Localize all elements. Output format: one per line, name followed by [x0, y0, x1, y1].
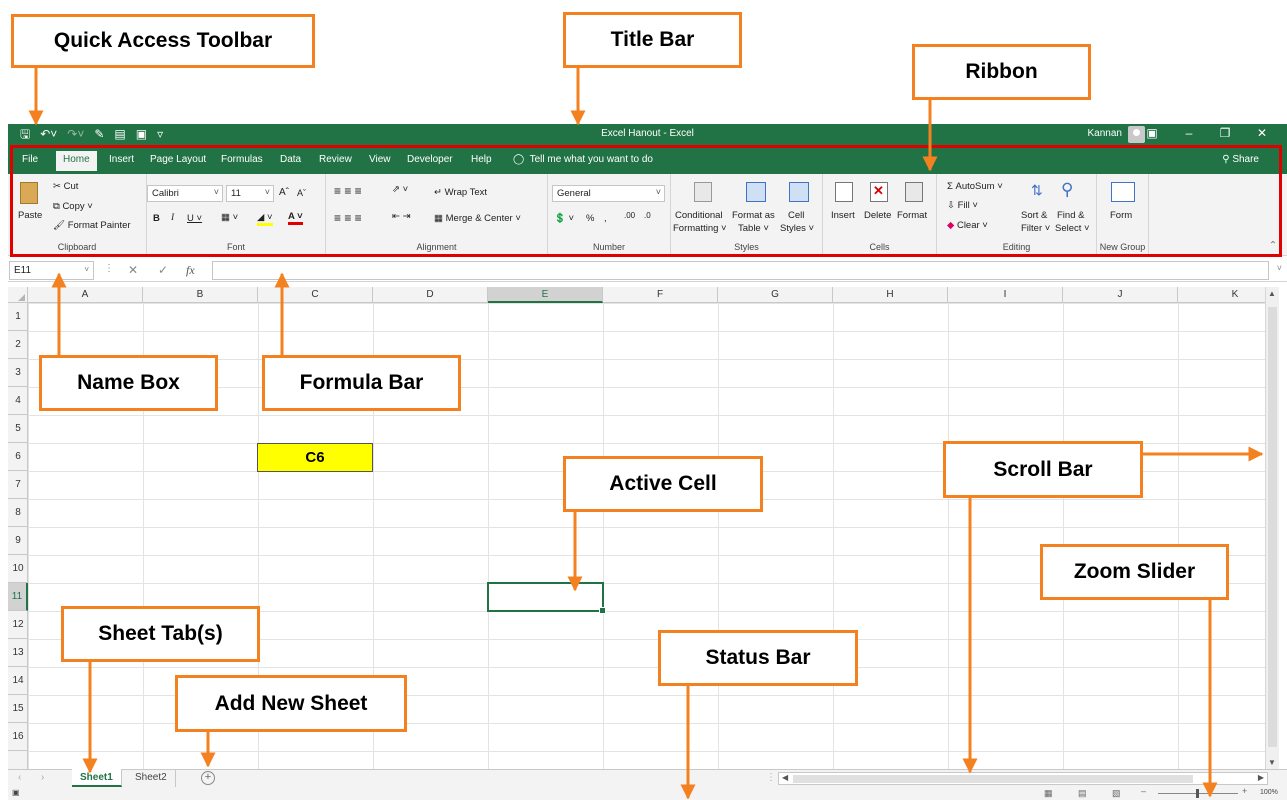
active-cell[interactable]	[487, 582, 606, 614]
row-header-1[interactable]: 1	[8, 303, 28, 331]
column-header-b[interactable]: B	[143, 287, 258, 303]
row-headers: 1 2 3 4 5 6 7 8 9 10 11 12 13 14 15 16	[8, 303, 28, 769]
minimize-icon[interactable]: –	[1179, 126, 1199, 140]
callout-active-cell: Active Cell	[563, 456, 763, 512]
scroll-left-icon[interactable]: ◀	[782, 773, 788, 782]
column-header-i[interactable]: I	[948, 287, 1063, 303]
vertical-scroll-thumb[interactable]	[1268, 307, 1277, 747]
row-header-13[interactable]: 13	[8, 639, 28, 667]
formula-input[interactable]	[212, 261, 1269, 280]
row-header-11[interactable]: 11	[8, 583, 28, 611]
callout-scroll-bar: Scroll Bar	[943, 441, 1143, 498]
row-header-7[interactable]: 7	[8, 471, 28, 499]
page-layout-view-icon[interactable]: ▤	[1078, 788, 1087, 799]
row-header-12[interactable]: 12	[8, 611, 28, 639]
close-icon[interactable]: ✕	[1252, 126, 1272, 140]
row-header-16[interactable]: 16	[8, 723, 28, 751]
status-bar: ▣ ▦ ▤ ▧ – + 100%	[8, 786, 1287, 800]
row-header-2[interactable]: 2	[8, 331, 28, 359]
row-header-9[interactable]: 9	[8, 527, 28, 555]
expand-formula-bar-icon[interactable]: ˅	[1277, 263, 1282, 273]
sheet-tab-sheet2[interactable]: Sheet2	[127, 769, 176, 787]
callout-title-bar: Title Bar	[563, 12, 742, 68]
callout-zoom-slider: Zoom Slider	[1040, 544, 1229, 600]
chevron-down-icon: ˅	[84, 265, 89, 274]
column-header-c[interactable]: C	[258, 287, 373, 303]
scroll-up-icon[interactable]: ▲	[1268, 289, 1276, 298]
column-header-f[interactable]: F	[603, 287, 718, 303]
insert-function-icon[interactable]: fx	[186, 263, 195, 278]
enter-icon[interactable]: ✓	[158, 263, 168, 277]
callout-status-bar: Status Bar	[658, 630, 858, 686]
more-icon: ⋮	[104, 263, 114, 274]
highlighted-cell-c6[interactable]: C6	[257, 443, 373, 472]
select-all-corner[interactable]	[8, 287, 28, 303]
callout-quick-access-toolbar: Quick Access Toolbar	[11, 14, 315, 68]
tab-split-handle[interactable]: ⋮	[766, 772, 776, 783]
horizontal-scroll-thumb[interactable]	[793, 775, 1193, 783]
ribbon-highlight-box	[10, 145, 1282, 257]
prev-sheet-icon[interactable]: ‹	[18, 772, 21, 783]
zoom-in-icon[interactable]: +	[1242, 786, 1247, 796]
next-sheet-icon[interactable]: ›	[41, 772, 44, 783]
ribbon-display-icon[interactable]: ▣	[1142, 126, 1162, 140]
scroll-down-icon[interactable]: ▼	[1268, 758, 1276, 767]
row-header-14[interactable]: 14	[8, 667, 28, 695]
user-name[interactable]: Kannan	[1088, 128, 1122, 139]
title-bar: 🖫 ↶˅ ↷˅ ✎ ▤ ▣ ▿ Excel Hanout - Excel Kan…	[8, 124, 1287, 145]
row-header-5[interactable]: 5	[8, 415, 28, 443]
column-headers: ABCDEFGHIJK	[8, 287, 1265, 303]
callout-ribbon: Ribbon	[912, 44, 1091, 100]
cancel-icon[interactable]: ✕	[128, 263, 138, 277]
row-header-3[interactable]: 3	[8, 359, 28, 387]
add-sheet-icon[interactable]: +	[201, 771, 215, 785]
zoom-level[interactable]: 100%	[1260, 789, 1278, 796]
row-header-10[interactable]: 10	[8, 555, 28, 583]
callout-formula-bar: Formula Bar	[262, 355, 461, 411]
sheet-tab-sheet1[interactable]: Sheet1	[72, 769, 122, 787]
vertical-scroll-bar[interactable]: ▲ ▼	[1265, 287, 1279, 769]
row-header-15[interactable]: 15	[8, 695, 28, 723]
row-header-4[interactable]: 4	[8, 387, 28, 415]
column-header-h[interactable]: H	[833, 287, 948, 303]
horizontal-scroll-bar[interactable]: ◀ ▶	[778, 772, 1268, 785]
normal-view-icon[interactable]: ▦	[1044, 788, 1053, 799]
column-header-a[interactable]: A	[28, 287, 143, 303]
name-box[interactable]: E11 ˅	[9, 261, 94, 280]
column-header-e[interactable]: E	[488, 287, 603, 303]
column-header-g[interactable]: G	[718, 287, 833, 303]
sheet-tab-bar: ‹ › Sheet1 Sheet2 + ⋮ ◀ ▶	[8, 769, 1287, 787]
page-break-view-icon[interactable]: ▧	[1112, 788, 1121, 799]
zoom-out-icon[interactable]: –	[1141, 786, 1146, 796]
row-header-6[interactable]: 6	[8, 443, 28, 471]
restore-icon[interactable]: ❐	[1215, 126, 1235, 140]
row-header-8[interactable]: 8	[8, 499, 28, 527]
column-header-j[interactable]: J	[1063, 287, 1178, 303]
macro-record-icon[interactable]: ▣	[12, 788, 20, 797]
column-header-k[interactable]: K	[1178, 287, 1265, 303]
column-header-d[interactable]: D	[373, 287, 488, 303]
callout-name-box: Name Box	[39, 355, 218, 411]
formula-bar: E11 ˅ ⋮ ✕ ✓ fx ˅	[8, 259, 1287, 282]
callout-add-new-sheet: Add New Sheet	[175, 675, 407, 732]
callout-sheet-tabs: Sheet Tab(s)	[61, 606, 260, 662]
zoom-slider-icon[interactable]	[1196, 789, 1199, 798]
scroll-right-icon[interactable]: ▶	[1258, 773, 1264, 782]
